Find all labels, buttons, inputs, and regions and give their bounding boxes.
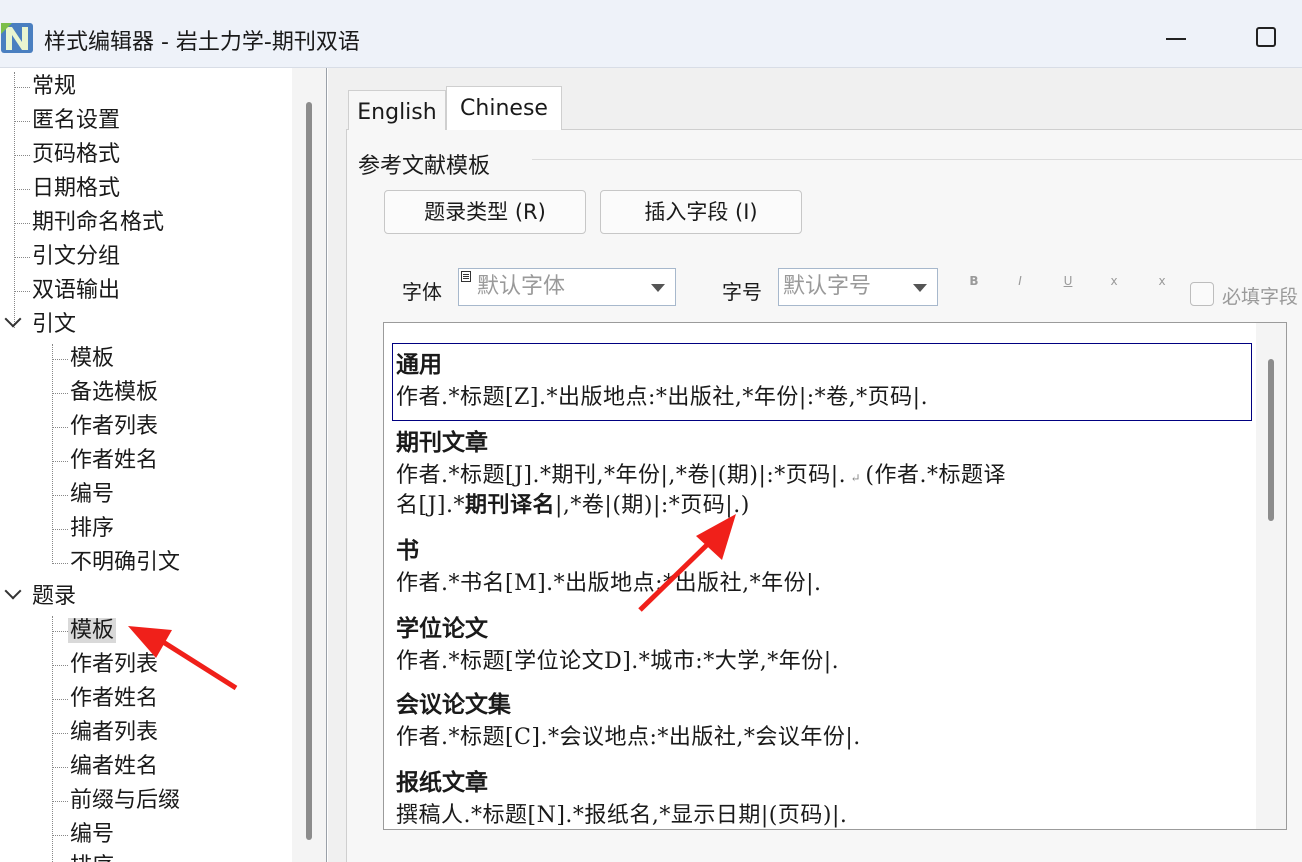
arrow-icon bbox=[638, 514, 736, 612]
arrow-icon bbox=[128, 626, 238, 691]
annotation-arrows bbox=[128, 514, 736, 691]
